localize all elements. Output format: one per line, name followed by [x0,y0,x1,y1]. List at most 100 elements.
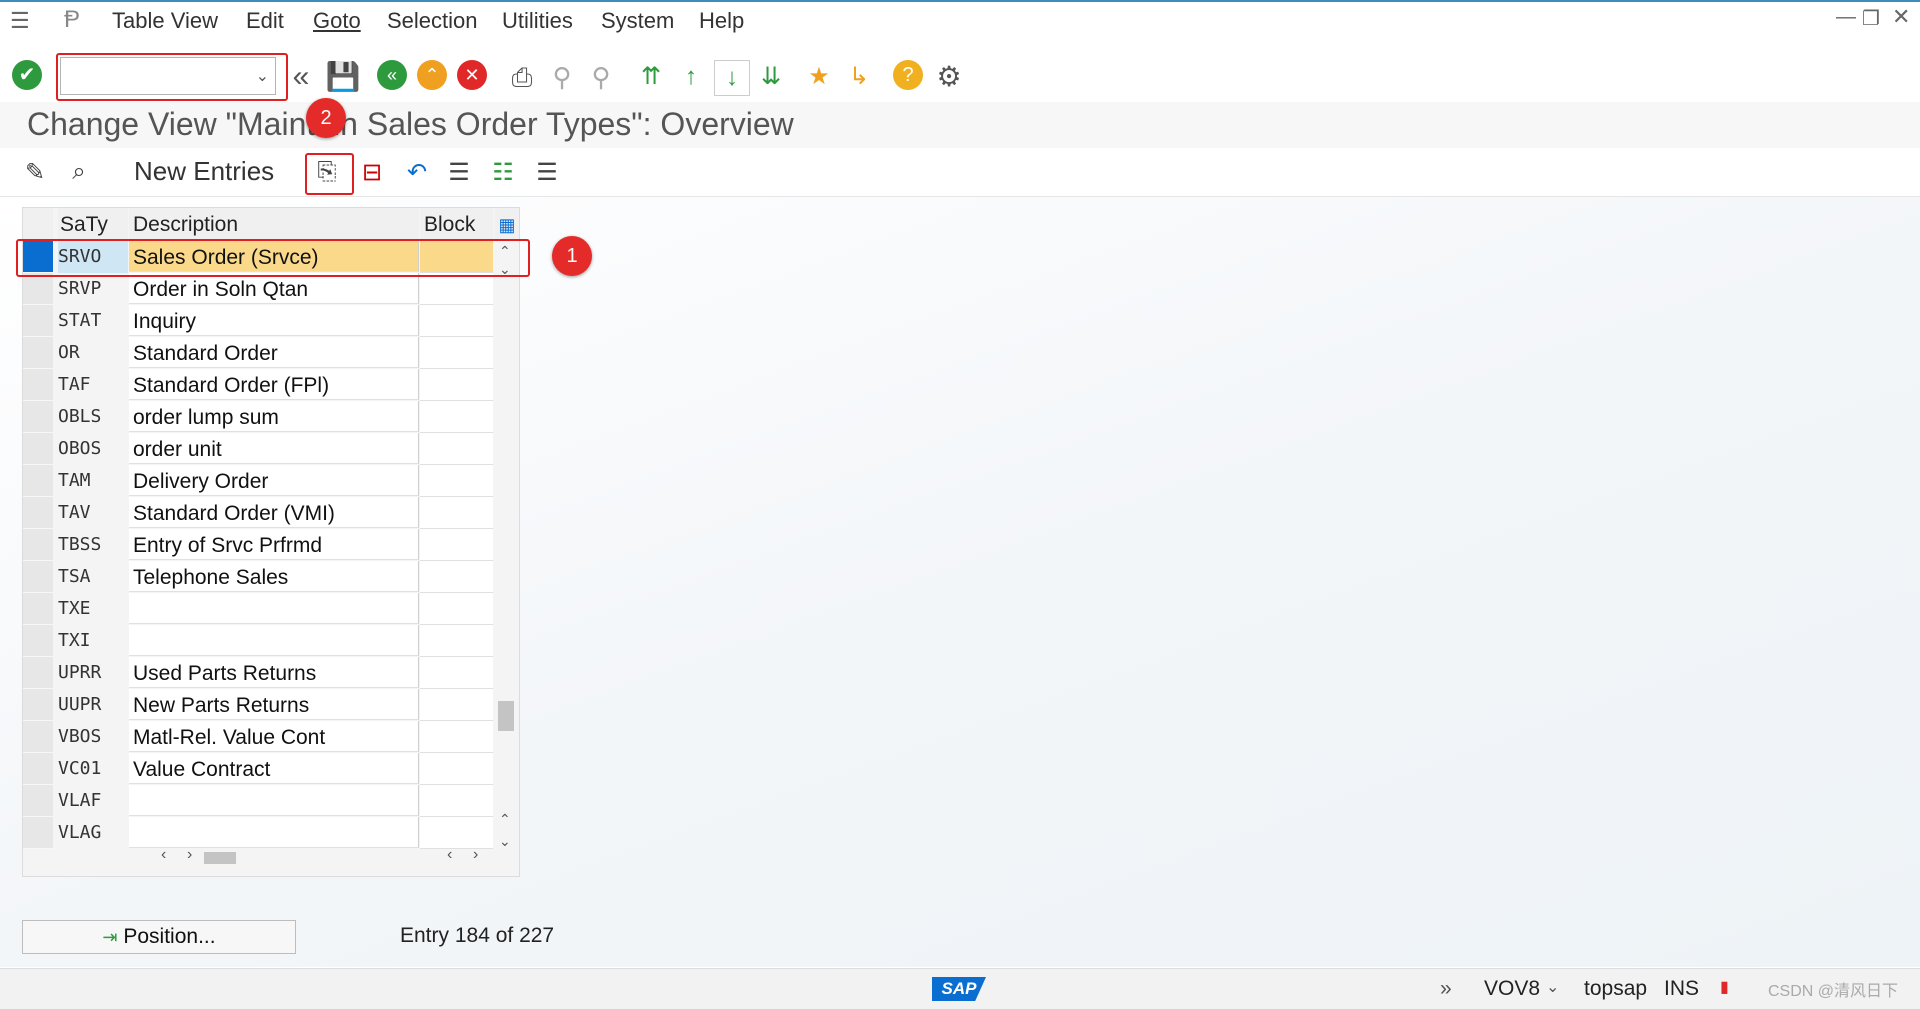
table-row[interactable]: VBOS Matl-Rel. Value Cont [23,721,493,753]
row-selector[interactable] [23,401,53,433]
customize-layout-icon[interactable]: ⚙ [932,60,966,94]
status-mode[interactable]: INS [1664,977,1699,1001]
table-row[interactable]: OBLS order lump sum [23,401,493,433]
last-page-icon[interactable]: ⇊ [754,60,788,94]
display-change-icon[interactable]: ✎ [18,155,52,189]
table-row[interactable]: TSA Telephone Sales [23,561,493,593]
row-selector[interactable] [23,497,53,529]
horizontal-scrollbar[interactable]: ‹ › ‹ › [129,846,493,870]
row-selector[interactable] [23,369,53,401]
table-row[interactable]: OBOS order unit [23,433,493,465]
cell-description[interactable]: order unit [129,433,419,464]
cell-description[interactable]: Used Parts Returns [129,657,419,688]
select-all-icon[interactable]: ☰ [442,155,476,189]
cell-block[interactable] [420,657,493,689]
enter-check-icon[interactable]: ✔ [12,60,42,90]
row-selector[interactable] [23,657,53,689]
create-session-icon[interactable]: ★ [802,60,836,94]
row-selector[interactable] [23,465,53,497]
cell-description[interactable]: Matl-Rel. Value Cont [129,721,419,752]
cell-sales-doc-type[interactable]: VBOS [58,721,128,753]
row-selector[interactable] [23,689,53,721]
cell-description[interactable]: Inquiry [129,305,419,336]
cell-block[interactable] [420,593,493,625]
cell-sales-doc-type[interactable]: TXI [58,625,128,657]
cell-sales-doc-type[interactable]: TBSS [58,529,128,561]
cell-description[interactable]: Standard Order [129,337,419,368]
table-row[interactable]: TXI [23,625,493,657]
sap-gui-icon[interactable]: Ᵽ [64,6,80,34]
cell-block[interactable] [420,753,493,785]
cell-block[interactable] [420,337,493,369]
delete-icon[interactable]: ⊟ [355,155,389,189]
cell-description[interactable]: Entry of Srvc Prfrmd [129,529,419,560]
cell-description[interactable]: order lump sum [129,401,419,432]
table-row[interactable]: OR Standard Order [23,337,493,369]
cell-sales-doc-type[interactable]: SRVP [58,273,128,305]
table-row[interactable]: TAM Delivery Order [23,465,493,497]
row-selector-header[interactable] [23,208,53,241]
minimize-icon[interactable]: — [1836,6,1856,29]
undo-change-icon[interactable]: ↶ [400,155,434,189]
menu-goto[interactable]: Goto [313,8,361,34]
cell-block[interactable] [420,401,493,433]
cell-sales-doc-type[interactable]: VC01 [58,753,128,785]
table-row[interactable]: UUPR New Parts Returns [23,689,493,721]
scroll-right-icon[interactable]: › [187,846,192,864]
cell-sales-doc-type[interactable]: VLAF [58,785,128,817]
cell-sales-doc-type[interactable]: OBOS [58,433,128,465]
cell-description[interactable]: New Parts Returns [129,689,419,720]
vertical-scrollbar[interactable]: ⌃ ⌄ ⌃ ⌄ [495,241,517,849]
close-window-icon[interactable]: ✕ [1892,4,1910,30]
scroll-down-bottom-icon[interactable]: ⌄ [499,833,511,850]
row-selector[interactable] [23,305,53,337]
menu-edit[interactable]: Edit [246,8,284,34]
cell-block[interactable] [420,305,493,337]
cell-description[interactable] [129,785,419,816]
scroll-left-icon[interactable]: ‹ [447,846,452,864]
menu-system[interactable]: System [601,8,674,34]
back-double-chevron-icon[interactable]: « [284,60,318,94]
cell-sales-doc-type[interactable]: TSA [58,561,128,593]
cell-sales-doc-type[interactable]: TAF [58,369,128,401]
row-selector[interactable] [23,433,53,465]
print-icon[interactable]: ⎙ [505,60,539,94]
row-selector[interactable] [23,817,53,849]
table-row[interactable]: VLAF [23,785,493,817]
row-selector[interactable] [23,273,53,305]
menu-help[interactable]: Help [699,8,744,34]
deselect-all-icon[interactable]: ☰ [530,155,564,189]
find-next-icon[interactable]: ⚲ [584,60,618,94]
menu-icon[interactable]: ☰ [10,8,30,34]
cell-description[interactable]: Standard Order (VMI) [129,497,419,528]
column-header-saty[interactable]: SaTy [58,208,128,240]
table-row[interactable]: SRVP Order in Soln Qtan [23,273,493,305]
cell-block[interactable] [420,561,493,593]
table-row[interactable]: UPRR Used Parts Returns [23,657,493,689]
row-selector[interactable] [23,561,53,593]
cell-block[interactable] [420,433,493,465]
previous-page-icon[interactable]: ↑ [674,60,708,94]
column-header-block[interactable]: Block [420,208,493,240]
cell-sales-doc-type[interactable]: VLAG [58,817,128,849]
chevron-down-icon[interactable]: ⌄ [1546,977,1559,997]
help-icon[interactable]: ? [893,60,923,90]
table-settings-icon[interactable]: ▦ [495,208,519,241]
shortcut-icon[interactable]: ↳ [842,60,876,94]
cell-description[interactable]: Standard Order (FPl) [129,369,419,400]
details-icon[interactable]: ⌕ [62,155,96,189]
hscroll-thumb[interactable] [204,852,236,864]
menu-table-view[interactable]: Table View [112,8,218,34]
row-selector[interactable] [23,721,53,753]
row-selector[interactable] [23,625,53,657]
cell-sales-doc-type[interactable]: TAV [58,497,128,529]
scroll-thumb[interactable] [498,701,514,731]
cell-block[interactable] [420,721,493,753]
cancel-icon[interactable]: ✕ [457,60,487,90]
next-page-icon[interactable]: ↓ [714,60,750,96]
cell-description[interactable]: Value Contract [129,753,419,784]
status-expand-icon[interactable]: » [1440,977,1452,1001]
cell-block[interactable] [420,465,493,497]
row-selector[interactable] [23,785,53,817]
back-icon[interactable]: « [377,60,407,90]
